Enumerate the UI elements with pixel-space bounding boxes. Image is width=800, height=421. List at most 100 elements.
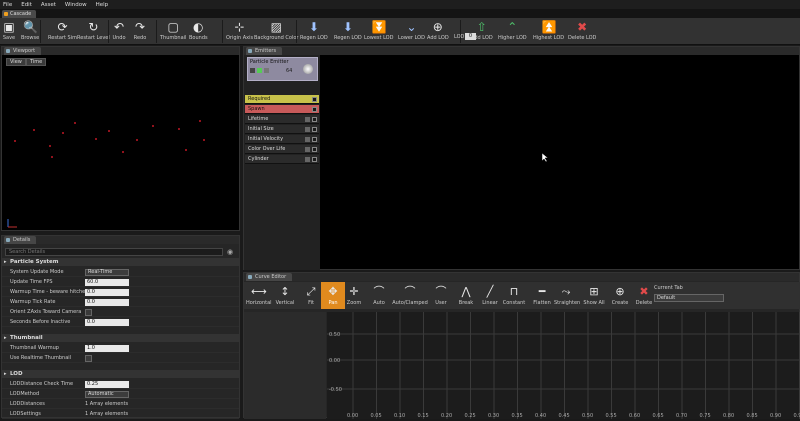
background-color-button[interactable]: ▨Background Color — [254, 18, 298, 45]
module-enable-checkbox[interactable] — [312, 157, 317, 162]
property-row: Warmup Time - beware hitches!0.0 — [2, 287, 239, 297]
menu-window[interactable]: Window — [65, 2, 87, 8]
property-input[interactable]: 0.0 — [85, 319, 129, 326]
section-thumbnail[interactable]: Thumbnail — [2, 334, 239, 342]
property-input[interactable]: 60.0 — [85, 279, 129, 286]
section-particle-system[interactable]: Particle System — [2, 258, 239, 266]
auto-clamped-icon: ⌒ — [403, 285, 417, 299]
emitter-thumbnail — [303, 64, 313, 74]
module-label: Lifetime — [248, 116, 268, 122]
property-input[interactable]: 0.25 — [85, 381, 129, 388]
higher-lod-button[interactable]: ⌃Higher LOD — [498, 18, 527, 45]
module-initial-velocity[interactable]: Initial Velocity — [245, 135, 319, 144]
undo-button[interactable]: ↶Undo — [112, 18, 126, 45]
module-enable-checkbox[interactable] — [312, 147, 317, 152]
regen-lod-button[interactable]: ⬇Regen LOD — [334, 18, 362, 45]
browse-button[interactable]: 🔍Browse — [21, 18, 39, 45]
menu-asset[interactable]: Asset — [41, 2, 56, 8]
curve-straighten-button[interactable]: ⤳Straighten — [554, 282, 578, 309]
module-enable-checkbox[interactable] — [312, 97, 317, 102]
add-lod-button[interactable]: ⊕Add LOD — [427, 18, 449, 45]
current-tab-dropdown[interactable]: Default — [654, 294, 724, 302]
time-button[interactable]: Time — [26, 58, 46, 66]
lower-lod-button[interactable]: ⌄Lower LOD — [398, 18, 425, 45]
eye-icon[interactable]: ◉ — [227, 248, 233, 256]
property-dropdown[interactable]: Automatic — [85, 391, 129, 398]
curve-constant-button[interactable]: ⊓Constant — [502, 282, 526, 309]
highest-lod-button[interactable]: ⏫Highest LOD — [533, 18, 564, 45]
module-enable-checkbox[interactable] — [312, 127, 317, 132]
property-input[interactable]: 0.0 — [85, 289, 129, 296]
curve-editor-tab[interactable]: Curve Editor — [246, 273, 292, 281]
lowest-lod-button[interactable]: ⏬Lowest LOD — [364, 18, 393, 45]
add-lod-button[interactable]: ⇧Add LOD — [471, 18, 493, 45]
emitters-tab[interactable]: Emitters — [246, 47, 282, 55]
emitter-header[interactable]: Particle Emitter 64 — [247, 57, 318, 81]
curve-delete-button[interactable]: ✖Delete — [632, 282, 656, 309]
module-curve-icon[interactable] — [305, 147, 310, 152]
redo-button[interactable]: ↷Redo — [133, 18, 147, 45]
curve-fit-button[interactable]: ⤢Fit — [299, 282, 323, 309]
curve-linear-button[interactable]: ╱Linear — [478, 282, 502, 309]
curve-user-button[interactable]: ⌒User — [429, 282, 453, 309]
thumbnail-button[interactable]: ▢Thumbnail — [160, 18, 186, 45]
property-checkbox[interactable] — [85, 309, 92, 316]
module-initial-size[interactable]: Initial Size — [245, 125, 319, 134]
curve-auto-button[interactable]: ⌒Auto — [367, 282, 391, 309]
module-curve-icon[interactable] — [305, 137, 310, 142]
module-enable-checkbox[interactable] — [312, 117, 317, 122]
curve-create-button[interactable]: ⊕Create — [608, 282, 632, 309]
module-enable-checkbox[interactable] — [312, 137, 317, 142]
curve-break-button[interactable]: ⋀Break — [454, 282, 478, 309]
section-lod[interactable]: LOD — [2, 370, 239, 378]
menu-help[interactable]: Help — [96, 2, 109, 8]
module-curve-icon[interactable] — [305, 117, 310, 122]
restart-level-button[interactable]: ↻Restart Level — [77, 18, 110, 45]
particle-dot — [122, 151, 124, 153]
regen-lod-button[interactable]: ⬇Regen LOD — [300, 18, 328, 45]
curve-show-all-button[interactable]: ⊞Show All — [582, 282, 606, 309]
module-required[interactable]: Required — [245, 95, 319, 104]
emitter-render-icon[interactable] — [264, 68, 269, 73]
curve-vertical-button[interactable]: ↕Vertical — [273, 282, 297, 309]
delete-lod-button[interactable]: ✖Delete LOD — [568, 18, 596, 45]
view-button[interactable]: View — [6, 58, 26, 66]
origin-axis-button[interactable]: ⊹Origin Axis — [226, 18, 253, 45]
module-cylinder[interactable]: Cylinder — [245, 155, 319, 164]
restart-sim-button[interactable]: ⟳Restart Sim — [48, 18, 77, 45]
curve-graph[interactable]: 0.000.050.100.150.200.250.300.350.400.45… — [327, 312, 800, 419]
module-curve-icon[interactable] — [305, 127, 310, 132]
curve-horizontal-button[interactable]: ⟷Horizontal — [246, 282, 270, 309]
toolbar-label: Regen LOD — [334, 35, 362, 41]
menu-edit[interactable]: Edit — [21, 2, 32, 8]
module-color-over-life[interactable]: Color Over Life — [245, 145, 319, 154]
bounds-button[interactable]: ◐Bounds — [189, 18, 208, 45]
property-value[interactable]: 1 Array elements — [85, 399, 128, 409]
document-tab-cascade[interactable]: Cascade — [2, 10, 36, 18]
module-lifetime[interactable]: Lifetime — [245, 115, 319, 124]
curve-auto-clamped-button[interactable]: ⌒Auto/Clamped — [391, 282, 429, 309]
save-button[interactable]: ▣Save — [2, 18, 16, 45]
toolbar-label: Thumbnail — [160, 35, 186, 41]
curve-tool-label: Fit — [299, 300, 323, 306]
menu-file[interactable]: File — [3, 2, 12, 8]
curve-zoom-button[interactable]: ✛Zoom — [342, 282, 366, 309]
curve-flatten-button[interactable]: ━Flatten — [530, 282, 554, 309]
property-input[interactable]: 1.0 — [85, 345, 129, 352]
property-input[interactable]: 0.0 — [85, 299, 129, 306]
module-spawn[interactable]: Spawn — [245, 105, 319, 114]
delete-icon: ✖ — [637, 285, 651, 299]
details-search-input[interactable]: Search Details — [5, 248, 223, 256]
property-checkbox[interactable] — [85, 355, 92, 362]
property-dropdown[interactable]: Real-Time — [85, 269, 129, 276]
details-tab[interactable]: Details — [4, 236, 36, 244]
highest-lod-icon: ⏫ — [542, 20, 556, 34]
lod-value-field[interactable]: 0 — [465, 33, 476, 40]
constant-icon: ⊓ — [507, 285, 521, 299]
viewport-tab[interactable]: Viewport — [4, 47, 41, 55]
emitter-solo-icon[interactable] — [257, 68, 262, 73]
property-label: Use Realtime Thumbnail — [10, 355, 71, 361]
module-enable-checkbox[interactable] — [312, 107, 317, 112]
module-curve-icon[interactable] — [305, 157, 310, 162]
emitter-enable-icon[interactable] — [250, 68, 255, 73]
